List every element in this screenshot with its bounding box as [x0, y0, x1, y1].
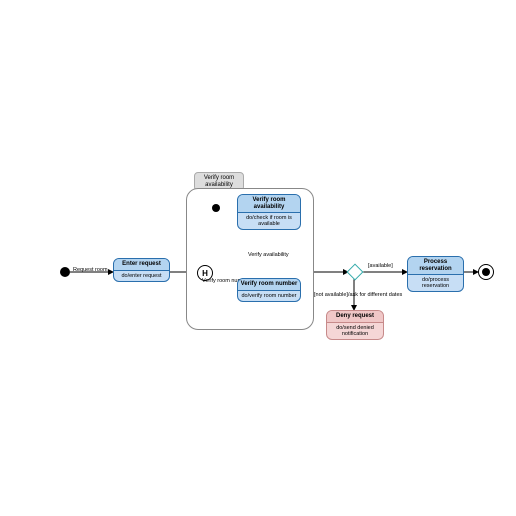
state-verify-availability[interactable]: Verify room availability do/check if roo…	[237, 194, 301, 230]
initial-node	[60, 267, 70, 277]
edge-label-not-available: [not available]/ask for different dates	[314, 292, 424, 298]
state-title: Verify room number	[238, 279, 300, 291]
state-title: Process reservation	[408, 257, 463, 275]
state-body: do/verify room number	[238, 291, 300, 301]
state-body: do/process reservation	[408, 275, 463, 291]
edge-label-verify-availability: Verify availability	[248, 252, 289, 258]
state-title: Enter request	[114, 259, 169, 271]
state-body: do/send denied notification	[327, 323, 383, 339]
state-process-reservation[interactable]: Process reservation do/process reservati…	[407, 256, 464, 292]
state-body: do/enter request	[114, 271, 169, 281]
state-deny-request[interactable]: Deny request do/send denied notification	[326, 310, 384, 340]
inner-initial-node	[212, 204, 220, 212]
state-title: Deny request	[327, 311, 383, 323]
state-enter-request[interactable]: Enter request do/enter request	[113, 258, 170, 282]
edge-label-request-room: Request room	[73, 267, 108, 273]
state-title: Verify room availability	[238, 195, 300, 213]
final-node	[478, 264, 494, 280]
state-body: do/check if room is available	[238, 213, 300, 229]
edge-label-available: [available]	[368, 263, 393, 269]
state-verify-room-number[interactable]: Verify room number do/verify room number	[237, 278, 301, 302]
